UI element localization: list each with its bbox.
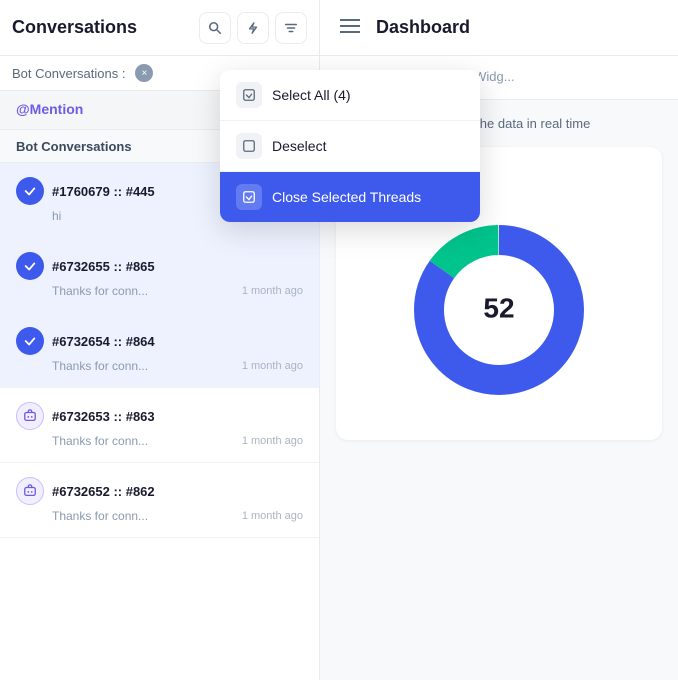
filter-label: Bot Conversations : bbox=[12, 66, 125, 81]
conversation-id: #6732652 :: #862 bbox=[52, 484, 303, 499]
avatar bbox=[16, 402, 44, 430]
avatar bbox=[16, 177, 44, 205]
conversation-preview: Thanks for conn... bbox=[52, 359, 148, 373]
list-item[interactable]: #6732652 :: #862 Thanks for conn... 1 mo… bbox=[0, 463, 319, 538]
dropdown-item-1[interactable]: Deselect bbox=[220, 121, 480, 172]
list-item[interactable]: #6732653 :: #863 Thanks for conn... 1 mo… bbox=[0, 388, 319, 463]
donut-chart: 52 bbox=[356, 200, 642, 420]
dashboard-header: Dashboard bbox=[320, 0, 678, 55]
conversations-title: Conversations bbox=[12, 17, 199, 38]
dropdown-menu: Select All (4) Deselect Close Selected Thr… bbox=[220, 70, 480, 222]
list-item[interactable]: #6732655 :: #865 Thanks for conn... 1 mo… bbox=[0, 238, 319, 313]
avatar bbox=[16, 477, 44, 505]
conversation-preview: Thanks for conn... bbox=[52, 284, 148, 298]
conversation-id: #6732654 :: #864 bbox=[52, 334, 303, 349]
conversation-preview: Thanks for conn... bbox=[52, 434, 148, 448]
bot-conversations-title: Bot Conversations bbox=[16, 139, 132, 154]
dropdown-item-label-2: Close Selected Threads bbox=[272, 189, 421, 205]
conversation-time: 1 month ago bbox=[242, 285, 303, 297]
chart-center-value: 52 bbox=[483, 292, 514, 323]
mention-label: @Mention bbox=[16, 101, 83, 117]
conversation-time: 1 month ago bbox=[242, 360, 303, 372]
header-action-icons bbox=[199, 12, 307, 44]
dropdown-item-label-0: Select All (4) bbox=[272, 87, 351, 103]
app-header: Conversations bbox=[0, 0, 678, 56]
filter-close-button[interactable]: × bbox=[135, 64, 153, 82]
dropdown-item-0[interactable]: Select All (4) bbox=[220, 70, 480, 121]
dashboard-title: Dashboard bbox=[376, 17, 470, 38]
hamburger-icon[interactable] bbox=[340, 17, 360, 38]
conversation-list: #1760679 :: #445 Sup... hi 3 days ago #6… bbox=[0, 163, 319, 680]
conversation-time: 1 month ago bbox=[242, 510, 303, 522]
dropdown-item-label-1: Deselect bbox=[272, 138, 326, 154]
avatar bbox=[16, 327, 44, 355]
dropdown-item-icon-2 bbox=[236, 184, 262, 210]
dropdown-item-icon-1 bbox=[236, 133, 262, 159]
filter-button[interactable] bbox=[275, 12, 307, 44]
lightning-button[interactable] bbox=[237, 12, 269, 44]
avatar bbox=[16, 252, 44, 280]
sidebar-header: Conversations bbox=[0, 0, 320, 55]
conversation-id: #6732655 :: #865 bbox=[52, 259, 303, 274]
search-button[interactable] bbox=[199, 12, 231, 44]
conversation-preview: Thanks for conn... bbox=[52, 509, 148, 523]
dropdown-item-2[interactable]: Close Selected Threads bbox=[220, 172, 480, 222]
list-item[interactable]: #6732654 :: #864 Thanks for conn... 1 mo… bbox=[0, 313, 319, 388]
conversation-time: 1 month ago bbox=[242, 435, 303, 447]
conversation-id: #6732653 :: #863 bbox=[52, 409, 303, 424]
conversation-preview: hi bbox=[52, 209, 61, 223]
dropdown-item-icon-0 bbox=[236, 82, 262, 108]
